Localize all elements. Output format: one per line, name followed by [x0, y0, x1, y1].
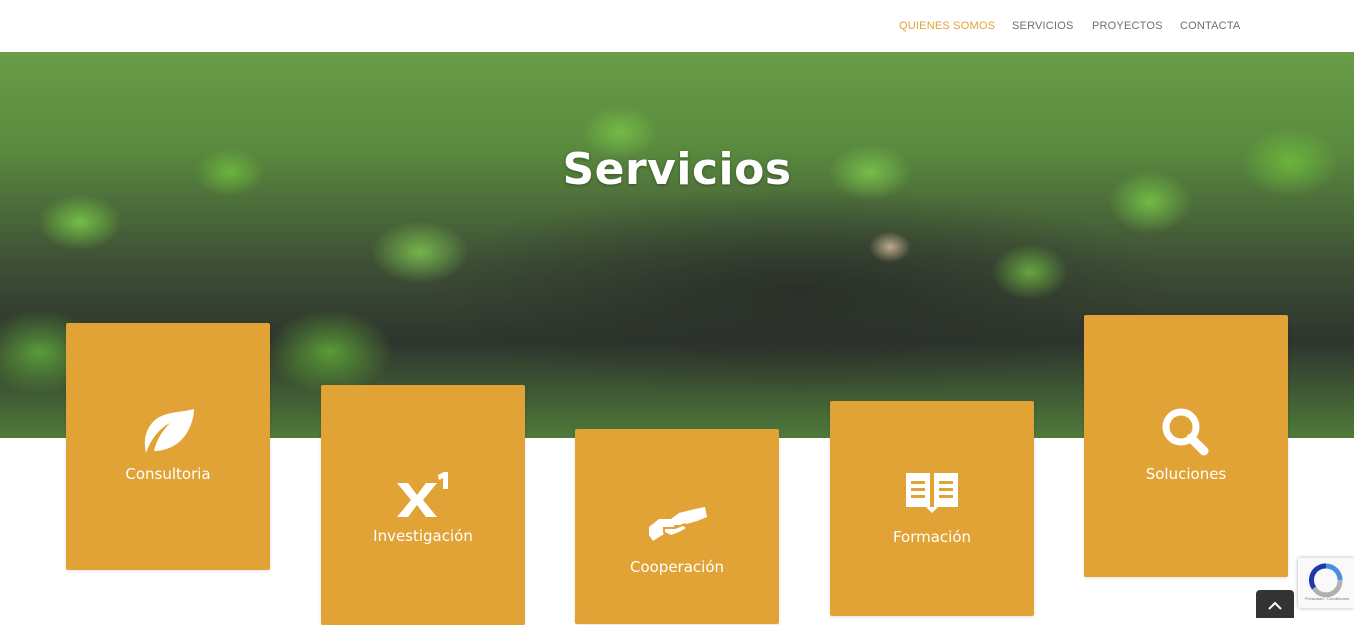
service-label: Cooperación: [629, 558, 725, 576]
service-label: Investigación: [373, 527, 473, 545]
service-label: Formación: [892, 528, 972, 546]
recaptcha-legal-text: Privacidad - Condiciones: [1304, 596, 1350, 601]
service-card-formacion[interactable]: Formación: [830, 401, 1034, 616]
back-to-top-button[interactable]: [1256, 590, 1294, 618]
nav-item-servicios[interactable]: SERVICIOS: [1012, 20, 1074, 32]
leaf-icon: [66, 407, 270, 457]
recaptcha-badge[interactable]: Privacidad - Condiciones: [1298, 558, 1354, 608]
nav-item-contacta[interactable]: CONTACTA: [1180, 20, 1240, 32]
nav-item-quienes-somos[interactable]: QUIENES SOMOS: [899, 20, 995, 32]
top-header: QUIENES SOMOS SERVICIOS PROYECTOS CONTAC…: [0, 0, 1354, 52]
superscript-icon: [321, 471, 525, 521]
nav-item-proyectos[interactable]: PROYECTOS: [1092, 20, 1163, 32]
book-open-icon: [830, 471, 1034, 521]
service-card-investigacion[interactable]: Investigación: [321, 385, 525, 625]
service-card-soluciones[interactable]: Soluciones: [1084, 315, 1288, 577]
handshake-icon: [575, 497, 779, 547]
page-title: Servicios: [562, 144, 792, 195]
chevron-up-icon: [1268, 601, 1282, 610]
service-card-consultoria[interactable]: Consultoria: [66, 323, 270, 570]
service-label: Soluciones: [1145, 465, 1227, 483]
recaptcha-icon: [1309, 563, 1343, 598]
service-card-cooperacion[interactable]: Cooperación: [575, 429, 779, 624]
main-nav: QUIENES SOMOS SERVICIOS PROYECTOS CONTAC…: [0, 20, 1354, 34]
service-label: Consultoria: [125, 465, 211, 483]
search-icon: [1084, 407, 1288, 457]
